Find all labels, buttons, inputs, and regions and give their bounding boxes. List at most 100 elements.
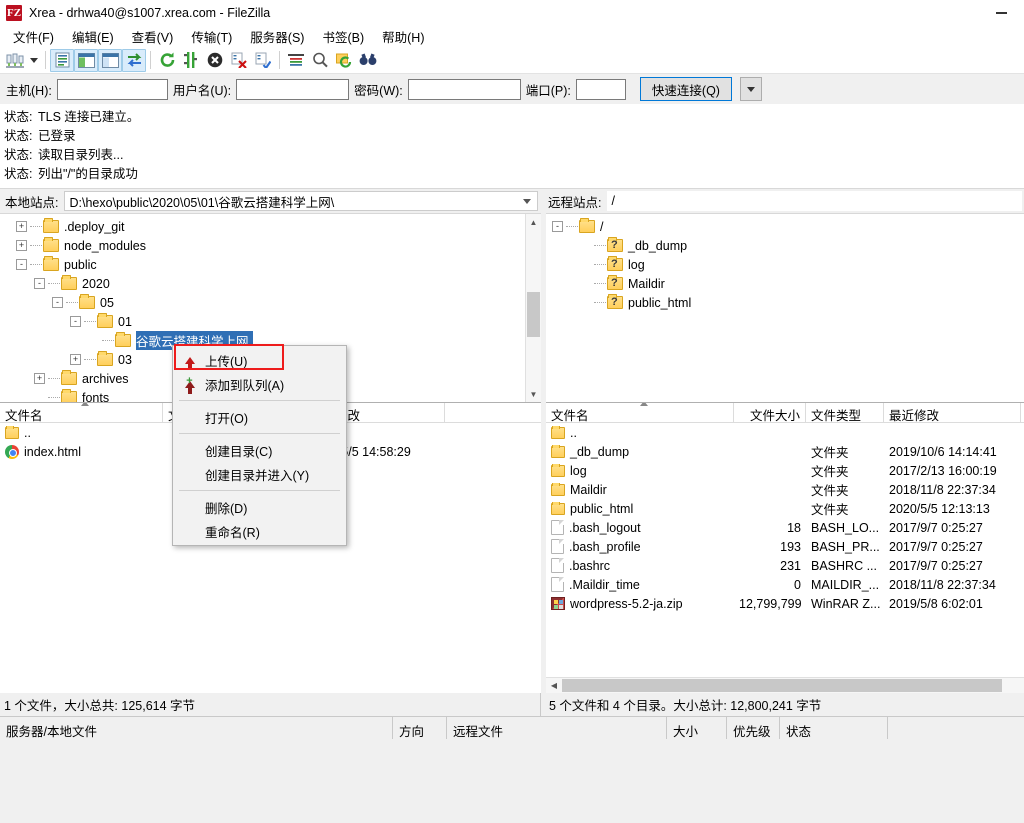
expand-icon[interactable]: + <box>16 240 27 251</box>
menu-file[interactable]: 文件(F) <box>4 25 63 48</box>
username-input[interactable] <box>236 79 349 100</box>
local-tree-scrollbar[interactable]: ▲ ▼ <box>525 214 541 402</box>
process-queue-icon[interactable] <box>179 49 203 72</box>
queue-column-status[interactable]: 状态 <box>780 717 888 739</box>
tree-item-deploy-git[interactable]: + .deploy_git <box>0 217 525 236</box>
menu-server[interactable]: 服务器(S) <box>241 25 313 48</box>
column-header-filetype[interactable]: 文件类型 <box>806 403 884 422</box>
scroll-down-icon[interactable]: ▼ <box>526 386 542 402</box>
column-header-filename[interactable]: 文件名 <box>0 403 163 422</box>
expand-icon[interactable]: + <box>16 221 27 232</box>
search-icon[interactable] <box>308 49 332 72</box>
scroll-up-icon[interactable]: ▲ <box>526 214 542 230</box>
expand-icon[interactable]: + <box>34 373 45 384</box>
queue-column-remote-file[interactable]: 远程文件 <box>447 717 667 739</box>
column-header-filename[interactable]: 文件名 <box>546 403 734 422</box>
site-manager-dropdown-icon[interactable] <box>27 49 41 72</box>
remote-site-path[interactable]: / <box>607 191 1022 211</box>
tree-item-public-html[interactable]: public_html <box>546 293 1024 312</box>
minimize-button[interactable] <box>978 0 1024 25</box>
context-menu-item-open[interactable]: 打开(O) <box>173 405 346 429</box>
table-row[interactable]: wordpress-5.2-ja.zip 12,799,799 WinRAR Z… <box>546 594 1024 613</box>
remote-directory-tree[interactable]: - / _db_dump log <box>546 213 1024 402</box>
disconnect-icon[interactable] <box>227 49 251 72</box>
context-menu-item-create-and-enter-directory[interactable]: 创建目录并进入(Y) <box>173 462 346 486</box>
table-row[interactable]: public_html 文件夹 2020/5/5 12:13:13 <box>546 499 1024 518</box>
menu-help[interactable]: 帮助(H) <box>373 25 433 48</box>
local-site-path-combo[interactable]: D:\hexo\public\2020\05\01\谷歌云搭建科学上网\ <box>64 191 538 211</box>
host-input[interactable] <box>57 79 168 100</box>
expand-placeholder-icon <box>580 297 591 308</box>
folder-icon <box>551 484 565 496</box>
file-modified: 2017/9/7 0:25:27 <box>884 521 1021 535</box>
file-size: 0 <box>734 578 806 592</box>
collapse-icon[interactable]: - <box>552 221 563 232</box>
context-menu-item-rename[interactable]: 重命名(R) <box>173 519 346 543</box>
context-menu[interactable]: 上传(U) + 添加到队列(A) 打开(O) 创建目录(C) 创建目录并进入(Y… <box>172 345 347 546</box>
context-menu-item-create-directory[interactable]: 创建目录(C) <box>173 438 346 462</box>
context-menu-item-upload[interactable]: 上传(U) <box>173 348 346 372</box>
column-header-modified[interactable]: 最近修改 <box>884 403 1021 422</box>
menu-view[interactable]: 查看(V) <box>123 25 183 48</box>
find-files-icon[interactable] <box>356 49 380 72</box>
tree-item-label: 01 <box>118 315 136 329</box>
tree-item-05[interactable]: - 05 <box>0 293 525 312</box>
menu-transfer[interactable]: 传输(T) <box>182 25 241 48</box>
reconnect-icon[interactable] <box>251 49 275 72</box>
tree-item-label: .deploy_git <box>64 220 128 234</box>
collapse-icon[interactable]: - <box>16 259 27 270</box>
collapse-icon[interactable]: - <box>52 297 63 308</box>
tree-item-root[interactable]: - / <box>546 217 1024 236</box>
toggle-transfer-queue-icon[interactable] <box>122 49 146 72</box>
queue-column-size[interactable]: 大小 <box>667 717 727 739</box>
filter-icon[interactable] <box>284 49 308 72</box>
queue-column-server-local-file[interactable]: 服务器/本地文件 <box>0 717 393 739</box>
password-input[interactable] <box>408 79 521 100</box>
toggle-message-log-icon[interactable] <box>50 49 74 72</box>
log-entry-text: 读取目录列表... <box>38 146 123 165</box>
site-manager-icon[interactable] <box>3 49 27 72</box>
toggle-remote-tree-icon[interactable] <box>98 49 122 72</box>
queue-column-priority[interactable]: 优先级 <box>727 717 780 739</box>
expand-icon[interactable]: + <box>70 354 81 365</box>
scroll-track[interactable] <box>562 678 1024 694</box>
collapse-icon[interactable]: - <box>34 278 45 289</box>
refresh-icon[interactable] <box>155 49 179 72</box>
table-row[interactable]: _db_dump 文件夹 2019/10/6 14:14:41 <box>546 442 1024 461</box>
tree-item-node-modules[interactable]: + node_modules <box>0 236 525 255</box>
scroll-left-icon[interactable]: ◀ <box>546 681 562 690</box>
scroll-thumb[interactable] <box>527 292 540 337</box>
toggle-local-tree-icon[interactable] <box>74 49 98 72</box>
log-status-label: 状态: <box>4 127 38 146</box>
context-menu-item-add-to-queue[interactable]: + 添加到队列(A) <box>173 372 346 396</box>
tree-item-label: public_html <box>628 296 695 310</box>
scroll-thumb[interactable] <box>562 679 1002 692</box>
quick-connect-dropdown-icon[interactable] <box>740 77 762 101</box>
table-row[interactable]: .bash_profile 193 BASH_PR... 2017/9/7 0:… <box>546 537 1024 556</box>
table-row[interactable]: Maildir 文件夹 2018/11/8 22:37:34 <box>546 480 1024 499</box>
tree-item-2020[interactable]: - 2020 <box>0 274 525 293</box>
remote-file-list[interactable]: 文件名 文件大小 文件类型 最近修改 .. <box>546 402 1024 693</box>
collapse-icon[interactable]: - <box>70 316 81 327</box>
table-row[interactable]: .bash_logout 18 BASH_LO... 2017/9/7 0:25… <box>546 518 1024 537</box>
cancel-icon[interactable] <box>203 49 227 72</box>
table-row[interactable]: .Maildir_time 0 MAILDIR_... 2018/11/8 22… <box>546 575 1024 594</box>
tree-item-db-dump[interactable]: _db_dump <box>546 236 1024 255</box>
tree-item-log[interactable]: log <box>546 255 1024 274</box>
scroll-track[interactable] <box>526 230 542 386</box>
sync-browsing-icon[interactable] <box>332 49 356 72</box>
tree-item-01[interactable]: - 01 <box>0 312 525 331</box>
column-header-filesize[interactable]: 文件大小 <box>734 403 806 422</box>
tree-item-maildir[interactable]: Maildir <box>546 274 1024 293</box>
menu-bookmarks[interactable]: 书签(B) <box>313 25 373 48</box>
quick-connect-button[interactable]: 快速连接(Q) <box>640 77 732 101</box>
tree-item-public[interactable]: - public <box>0 255 525 274</box>
remote-list-horizontal-scrollbar[interactable]: ◀ <box>546 677 1024 693</box>
queue-column-direction[interactable]: 方向 <box>393 717 447 739</box>
menu-edit[interactable]: 编辑(E) <box>63 25 123 48</box>
port-input[interactable] <box>576 79 626 100</box>
table-row[interactable]: .bashrc 231 BASHRC ... 2017/9/7 0:25:27 <box>546 556 1024 575</box>
table-row[interactable]: .. <box>546 423 1024 442</box>
context-menu-item-delete[interactable]: 删除(D) <box>173 495 346 519</box>
table-row[interactable]: log 文件夹 2017/2/13 16:00:19 <box>546 461 1024 480</box>
